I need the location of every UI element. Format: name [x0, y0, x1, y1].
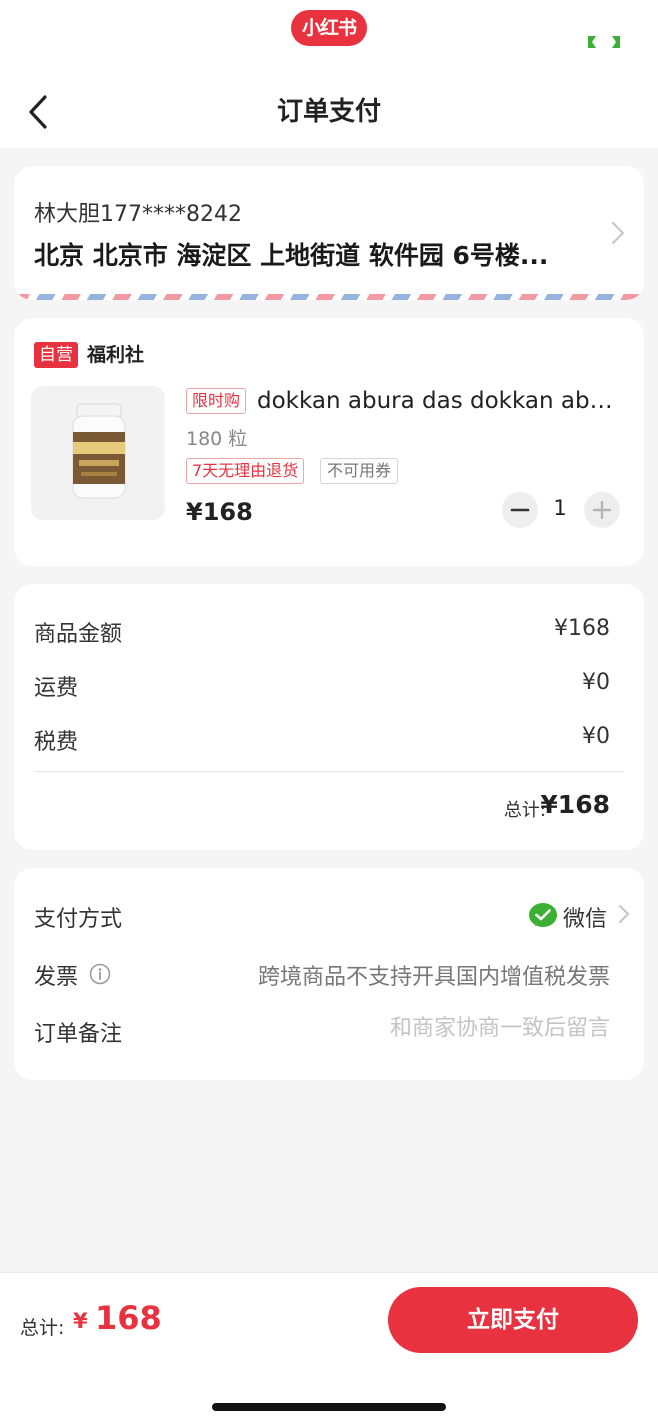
- pay-now-button[interactable]: 立即支付: [388, 1287, 638, 1353]
- product-price: ¥168: [186, 498, 253, 526]
- shop-name[interactable]: 福利社: [87, 342, 144, 368]
- chevron-right-icon: [612, 222, 625, 244]
- product-image[interactable]: [31, 386, 165, 520]
- order-remark-input[interactable]: [270, 1016, 610, 1041]
- quantity-value: 1: [553, 496, 567, 520]
- home-indicator: [212, 1403, 446, 1411]
- limited-time-tag: 限时购: [186, 388, 247, 414]
- airmail-border: [14, 294, 644, 300]
- info-icon[interactable]: [89, 963, 111, 985]
- shipping-value: ¥0: [582, 670, 610, 695]
- address-line: 北京 北京市 海淀区 上地街道 软件园 6号楼...: [34, 241, 549, 270]
- bottom-checkout-bar: 总计: ¥ 168 立即支付: [0, 1272, 658, 1425]
- bottom-total-label: 总计:: [20, 1317, 65, 1339]
- shipping-label: 运费: [34, 676, 79, 701]
- order-remark-label: 订单备注: [34, 1022, 123, 1047]
- invoice-value: 跨境商品不支持开具国内增值税发票: [257, 965, 610, 990]
- no-coupon-tag: 不可用券: [320, 458, 399, 484]
- product-spec: 180 粒: [186, 428, 248, 450]
- page-title: 订单支付: [276, 97, 381, 127]
- plus-icon: [592, 500, 612, 520]
- supplement-bottle-icon: [72, 403, 126, 499]
- green-status-icon: [588, 36, 620, 48]
- tax-label: 税费: [34, 730, 79, 755]
- subtotal-label: 商品金额: [34, 622, 123, 647]
- xiaohongshu-logo: 小红书: [291, 10, 367, 46]
- quantity-decrease-button[interactable]: [502, 492, 538, 528]
- self-operated-badge: 自营: [34, 342, 78, 368]
- wechat-pay-icon[interactable]: [528, 902, 558, 930]
- invoice-label: 发票: [34, 965, 79, 990]
- bottom-currency-symbol: ¥: [73, 1309, 88, 1333]
- address-contact: 林大胆177****8242: [34, 202, 242, 227]
- quantity-increase-button[interactable]: [584, 492, 620, 528]
- payment-options-card: 支付方式 微信 发票 跨境商品不支持开具国内增值税发票 订单备注: [14, 868, 644, 1080]
- payment-method-label: 支付方式: [34, 907, 123, 932]
- status-bar: 小红书: [0, 0, 658, 74]
- subtotal-value: ¥168: [554, 616, 610, 641]
- return-policy-tag: 7天无理由退货: [186, 458, 305, 484]
- product-card: 自营 福利社 限时购 dokkan abura das dokkan abura…: [14, 318, 644, 566]
- chevron-right-icon[interactable]: [618, 904, 630, 924]
- address-card[interactable]: 林大胆177****8242 北京 北京市 海淀区 上地街道 软件园 6号楼..…: [14, 166, 644, 300]
- amount-summary-card: 商品金额 ¥168 运费 ¥0 税费 ¥0 总计: ¥168: [14, 584, 644, 850]
- divider: [34, 771, 624, 772]
- payment-method-value[interactable]: 微信: [563, 901, 607, 933]
- minus-icon: [510, 508, 530, 512]
- nav-bar: 订单支付: [0, 74, 658, 148]
- tax-value: ¥0: [582, 724, 610, 749]
- product-title[interactable]: dokkan abura das dokkan abura...: [257, 385, 627, 417]
- total-value: ¥168: [540, 790, 610, 819]
- bottom-total-value: 168: [95, 1299, 162, 1337]
